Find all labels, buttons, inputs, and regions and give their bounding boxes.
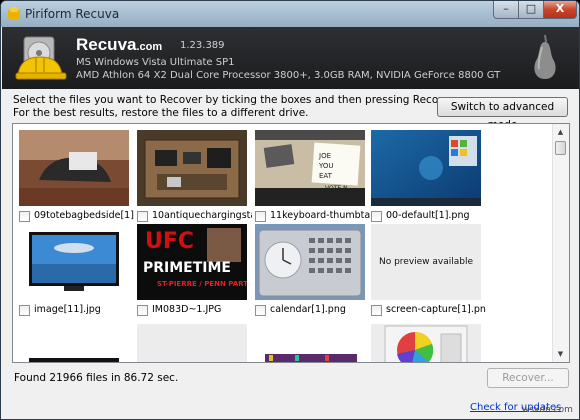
thumbnail-keyboard-note: JOE YOU EAT VOTE N [255,130,365,206]
vertical-scrollbar[interactable]: ▲ ▼ [552,124,569,362]
thumbnail-partial [19,324,129,362]
title-bar[interactable]: Piriform Recuva – □ X [1,1,579,27]
scrollbar-thumb[interactable] [555,141,566,155]
file-checkbox[interactable] [371,211,382,222]
thumbnail-tv-screen [19,224,129,300]
file-name: 00-default[1].png [386,210,470,221]
thumbnail-partial [255,324,365,362]
file-checkbox[interactable] [137,211,148,222]
recuva-app-icon [8,7,20,19]
instructions-text: Select the files you want to Recover by … [13,94,458,119]
maximize-button[interactable]: □ [518,1,544,19]
scroll-down-arrow-icon[interactable]: ▼ [555,348,566,360]
watermark: wsxdn.com [522,405,573,415]
file-thumbnail-list[interactable]: 09totebagbedside[1].j... 10antiquechargi… [12,123,570,363]
svg-text:YOU: YOU [318,162,334,170]
svg-text:ST-PIERRE / PENN PART 2: ST-PIERRE / PENN PART 2 [157,280,247,288]
thumbnail-color-picker [371,324,481,362]
close-button[interactable]: X [543,1,577,19]
thumbnail-ufc-poster: UFC PRIMETIME ST-PIERRE / PENN PART 2 [137,224,247,300]
status-found-files: Found 21966 files in 86.72 sec. [14,372,179,384]
thumbnail-calendar-app [255,224,365,300]
file-checkbox[interactable] [19,211,30,222]
file-checkbox[interactable] [19,305,30,316]
recover-button[interactable]: Recover... [487,368,569,388]
file-name: 09totebagbedside[1].j... [34,210,134,221]
svg-text:PRIMETIME: PRIMETIME [143,260,231,276]
no-preview-placeholder: No preview available [371,224,481,300]
file-name: screen-capture[1].png [386,304,486,315]
app-header: Recuva.com 1.23.389 MS Windows Vista Ult… [2,27,579,89]
thumbnail-partial [137,324,247,362]
file-checkbox[interactable] [137,305,148,316]
file-name: 11keyboard-thumbtac... [270,210,370,221]
file-checkbox[interactable] [255,211,266,222]
minimize-button[interactable]: – [493,1,519,19]
thumbnail-tote-bag [19,130,129,206]
recuva-window: Piriform Recuva – □ X Recuva.com 1.23.38… [0,0,580,420]
file-name: IM083D~1.JPG [152,304,222,315]
scroll-up-arrow-icon[interactable]: ▲ [555,126,566,138]
svg-text:EAT: EAT [319,172,333,180]
switch-advanced-mode-button[interactable]: Switch to advanced mode [437,97,568,131]
piriform-pear-logo-icon [534,34,556,79]
hardware-info: AMD Athlon 64 X2 Dual Core Processor 380… [76,70,501,81]
thumbnail-windows-desktop [371,130,481,206]
note-text: JOE [318,152,331,160]
thumbnail-charging-station [137,130,247,206]
file-checkbox[interactable] [255,305,266,316]
file-checkbox[interactable] [371,305,382,316]
file-name: 10antiquechargingsta... [152,210,252,221]
window-title: Piriform Recuva [25,7,120,21]
file-name: calendar[1].png [270,304,346,315]
file-name: image[11].jpg [34,304,101,315]
hard-hat-drive-logo-icon [15,36,67,80]
os-info: MS Windows Vista Ultimate SP1 [76,57,235,68]
app-version: 1.23.389 [180,40,225,51]
app-name: Recuva.com [76,35,163,54]
svg-text:UFC: UFC [145,229,194,254]
